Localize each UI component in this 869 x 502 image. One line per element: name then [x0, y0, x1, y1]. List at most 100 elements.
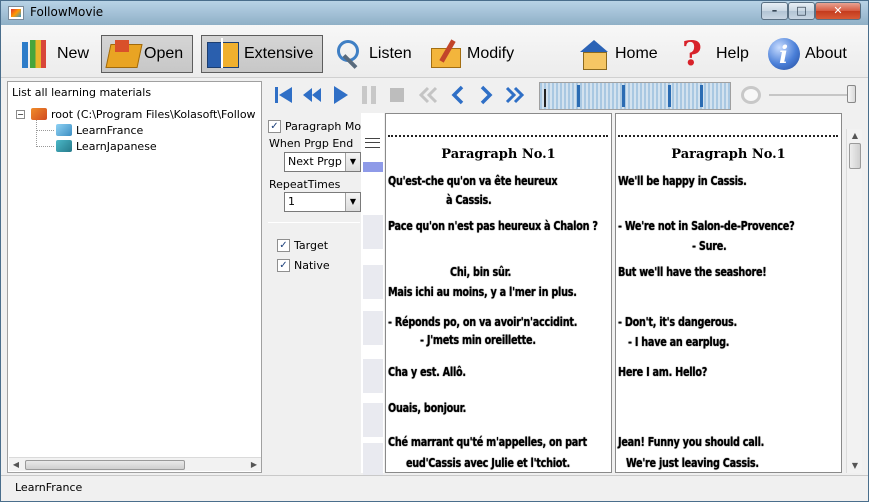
- paragraph-mode-checkbox[interactable]: ✓ Paragraph Mode: [268, 120, 375, 133]
- chevron-down-icon[interactable]: ▼: [345, 193, 360, 211]
- native-paragraph-title: Paragraph No.1: [671, 147, 786, 162]
- pane-divider: [388, 135, 608, 137]
- paragraph-cell[interactable]: [363, 443, 383, 477]
- paragraph-strip[interactable]: [361, 113, 384, 477]
- fast-next-button[interactable]: [504, 84, 526, 106]
- maximize-button[interactable]: □: [788, 2, 815, 20]
- title-bar[interactable]: FollowMovie – □ ✕: [1, 1, 868, 25]
- previous-button[interactable]: [447, 84, 469, 106]
- volume-slider-thumb[interactable]: [847, 85, 856, 103]
- open-folder-icon: [106, 38, 140, 70]
- subtitle-line: Ché marrant qu'té m'appelles, on part: [388, 434, 587, 449]
- repeat-times-label: RepeatTimes: [269, 178, 341, 191]
- options-divider: [268, 222, 360, 223]
- options-panel: ✓ Paragraph Mode When Prgp End Next Prgp…: [264, 113, 375, 473]
- native-checkbox[interactable]: ✓ Native: [277, 259, 330, 272]
- root-folder-icon: [31, 108, 47, 120]
- tree-connector: [36, 130, 54, 131]
- repeat-times-select[interactable]: 1 ▼: [284, 192, 361, 212]
- paragraph-cell[interactable]: [363, 403, 383, 437]
- fast-previous-button[interactable]: [417, 84, 439, 106]
- vertical-scrollbar[interactable]: ▲ ▼: [846, 129, 862, 473]
- app-icon: [8, 6, 24, 20]
- listen-button[interactable]: Listen: [327, 35, 412, 73]
- first-paragraph-button[interactable]: [273, 84, 295, 106]
- menu-lines-icon[interactable]: [365, 138, 380, 148]
- new-button[interactable]: New: [15, 35, 89, 73]
- horizontal-scrollbar[interactable]: ◀ ▶: [9, 457, 261, 471]
- scroll-thumb[interactable]: [25, 460, 185, 470]
- materials-header: List all learning materials: [12, 86, 152, 99]
- subtitle-line: à Cassis.: [446, 192, 492, 207]
- subtitle-line: - J'mets min oreillette.: [420, 332, 536, 347]
- chevron-right-icon: [480, 85, 493, 105]
- volume-icon[interactable]: [741, 86, 761, 104]
- subtitle-line: We'll be happy in Cassis.: [618, 173, 747, 188]
- paragraph-cell[interactable]: [363, 265, 383, 299]
- tree-item-label: LearnFrance: [76, 123, 144, 137]
- paragraph-cell[interactable]: [363, 215, 383, 249]
- open-button[interactable]: Open: [101, 35, 193, 73]
- modify-button[interactable]: Modify: [425, 35, 514, 73]
- magnifier-icon: [331, 38, 365, 70]
- about-label: About: [805, 45, 847, 62]
- app-window: FollowMovie – □ ✕ New Open Extensive Lis…: [0, 0, 869, 502]
- tree-item-root[interactable]: − root (C:\Program Files\Kolasoft\Follow: [16, 106, 256, 122]
- tree-item-learnfrance[interactable]: LearnFrance: [56, 122, 143, 138]
- checkbox-check-icon[interactable]: ✓: [268, 120, 281, 133]
- target-paragraph-title: Paragraph No.1: [441, 147, 556, 162]
- listen-label: Listen: [369, 45, 412, 62]
- close-button[interactable]: ✕: [815, 2, 861, 20]
- paragraph-marker: [700, 85, 703, 107]
- extensive-button[interactable]: Extensive: [201, 35, 323, 73]
- target-checkbox[interactable]: ✓ Target: [277, 239, 328, 252]
- pause-button[interactable]: [358, 84, 380, 106]
- checkbox-check-icon[interactable]: ✓: [277, 259, 290, 272]
- next-button[interactable]: [475, 84, 497, 106]
- collapse-icon[interactable]: −: [16, 109, 25, 119]
- status-bar: LearnFrance: [1, 475, 868, 501]
- paragraph-cell[interactable]: [363, 359, 383, 393]
- main-toolbar: New Open Extensive Listen Modify Home He…: [1, 25, 868, 78]
- tree-item-learnjapanese[interactable]: LearnJapanese: [56, 138, 157, 154]
- materials-panel: List all learning materials − root (C:\P…: [7, 81, 262, 473]
- window-title: FollowMovie: [30, 5, 104, 19]
- volume-slider-track[interactable]: [769, 94, 855, 96]
- scroll-up-icon[interactable]: ▲: [850, 131, 860, 141]
- scroll-thumb[interactable]: [849, 143, 861, 169]
- when-end-value: Next Prgp: [288, 155, 342, 168]
- stop-button[interactable]: [386, 84, 408, 106]
- help-button[interactable]: Help: [674, 34, 749, 74]
- timeline-position-marker[interactable]: [544, 89, 546, 107]
- help-icon: [678, 34, 712, 74]
- about-button[interactable]: About: [763, 35, 847, 73]
- scroll-left-icon[interactable]: ◀: [11, 460, 21, 470]
- timeline-track[interactable]: [539, 82, 731, 110]
- material-icon: [56, 140, 72, 152]
- subtitle-line: - We're not in Salon-de-Provence?: [618, 218, 795, 233]
- native-text-pane[interactable]: Paragraph No.1 We'll be happy in Cassis.…: [615, 113, 842, 473]
- subtitle-line: Chi, bin sûr.: [450, 264, 512, 279]
- when-end-select[interactable]: Next Prgp ▼: [284, 152, 361, 172]
- open-label: Open: [144, 45, 184, 62]
- status-text: LearnFrance: [15, 481, 83, 494]
- play-button[interactable]: [329, 84, 351, 106]
- target-text-pane[interactable]: Paragraph No.1 Qu'est-che qu'on va ête h…: [385, 113, 612, 473]
- scroll-right-icon[interactable]: ▶: [249, 460, 259, 470]
- tree-connector: [36, 146, 54, 147]
- book-icon: [206, 38, 240, 70]
- checkbox-check-icon[interactable]: ✓: [277, 239, 290, 252]
- rewind-button[interactable]: [301, 84, 323, 106]
- home-icon: [577, 38, 611, 70]
- subtitle-line: We're just leaving Cassis.: [626, 455, 759, 470]
- paragraph-cell[interactable]: [363, 311, 383, 345]
- subtitle-line: Pace qu'on n'est pas heureux à Chalon ?: [388, 218, 598, 233]
- scroll-down-icon[interactable]: ▼: [850, 461, 860, 471]
- rewind-icon: [303, 88, 321, 102]
- when-end-label: When Prgp End: [269, 137, 354, 150]
- minimize-button[interactable]: –: [761, 2, 788, 20]
- chevron-down-icon[interactable]: ▼: [345, 153, 360, 171]
- subtitle-line: Jean! Funny you should call.: [618, 434, 765, 449]
- home-button[interactable]: Home: [573, 35, 658, 73]
- subtitle-line: Ouais, bonjour.: [388, 400, 467, 415]
